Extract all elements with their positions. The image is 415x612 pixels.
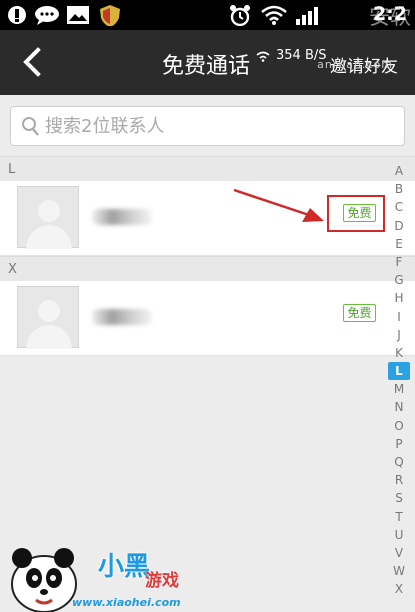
contact-name-blurred (92, 309, 152, 325)
index-letter[interactable]: C (388, 198, 410, 216)
section-header-x: X (0, 256, 415, 281)
index-letter[interactable]: R (388, 471, 410, 489)
logo-url: www.xiaohei.com (72, 596, 181, 609)
avatar (17, 286, 79, 349)
index-letter[interactable]: S (388, 489, 410, 507)
wifi-small-icon (256, 51, 270, 62)
index-letter[interactable]: L (388, 362, 410, 381)
alarm-icon (230, 5, 250, 26)
index-letter[interactable]: O (388, 417, 410, 435)
index-letter[interactable]: Q (388, 453, 410, 471)
annotation-arrow-icon (233, 188, 324, 222)
image-icon (67, 6, 89, 24)
index-letter[interactable]: T (388, 508, 410, 526)
index-letter[interactable]: X (388, 580, 410, 598)
signal-icon (296, 7, 318, 25)
index-letter[interactable]: B (388, 180, 410, 198)
index-letter[interactable]: I (388, 308, 410, 326)
alphabet-index[interactable]: ABCDEFGHIJKLMNOPQRSTUVWX (388, 162, 410, 599)
shield-icon (100, 5, 120, 26)
index-letter[interactable]: M (388, 380, 410, 398)
search-box[interactable] (10, 106, 405, 146)
index-letter[interactable]: F (388, 253, 410, 271)
index-letter[interactable]: E (388, 235, 410, 253)
avatar (17, 186, 79, 249)
message-icon (35, 6, 59, 25)
index-letter[interactable]: K (388, 344, 410, 362)
contact-row[interactable]: 免费 (0, 181, 415, 256)
section-header-l: L (0, 156, 415, 181)
index-letter[interactable]: V (388, 544, 410, 562)
index-letter[interactable]: A (388, 162, 410, 180)
app-header: 免费通话 354 B/S 邀请好友 anruan.com (0, 30, 415, 95)
contact-list: L 免费 X 免费 (0, 156, 415, 356)
wifi-icon (261, 5, 287, 25)
contact-row[interactable]: 免费 (0, 281, 415, 356)
chevron-left-icon[interactable] (14, 44, 50, 80)
default-avatar-icon (26, 200, 72, 249)
index-letter[interactable]: D (388, 217, 410, 235)
default-avatar-icon (26, 300, 72, 349)
index-letter[interactable]: W (388, 562, 410, 580)
page-title: 免费通话 (162, 54, 251, 79)
index-letter[interactable]: G (388, 271, 410, 289)
index-letter[interactable]: N (388, 398, 410, 416)
index-letter[interactable]: H (388, 289, 410, 307)
search-input[interactable] (45, 113, 385, 139)
index-letter[interactable]: U (388, 526, 410, 544)
notification-icon (8, 6, 26, 24)
logo-word-games: 游戏 (145, 571, 179, 591)
free-call-badge[interactable]: 免费 (343, 204, 376, 222)
free-call-badge[interactable]: 免费 (343, 304, 376, 322)
index-letter[interactable]: J (388, 326, 410, 344)
logo-word: 小黑 (98, 552, 151, 582)
search-icon (22, 117, 39, 136)
network-speed: 354 B/S (256, 48, 327, 63)
index-letter[interactable]: P (388, 435, 410, 453)
status-bar: 安软 2:2 (0, 0, 415, 30)
watermark-domain: anruan.com (317, 58, 393, 71)
status-time: 2:2 (372, 3, 407, 25)
contact-name-blurred (92, 209, 152, 225)
